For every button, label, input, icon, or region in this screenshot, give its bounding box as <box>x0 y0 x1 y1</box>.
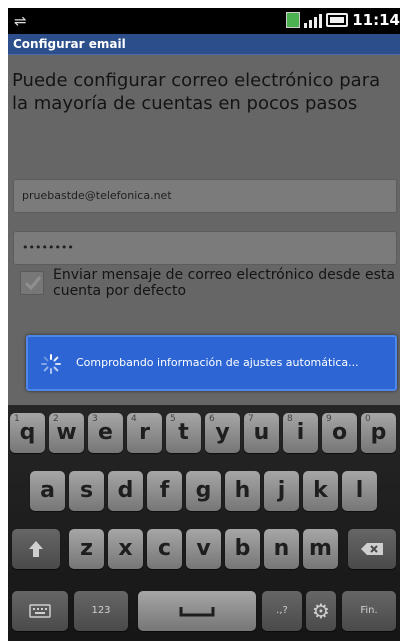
spinner-icon <box>41 354 61 374</box>
signal-icon <box>304 12 323 28</box>
sim-icon <box>286 12 301 28</box>
key-l[interactable]: l <box>342 471 377 511</box>
key-r[interactable]: 4r <box>127 413 162 453</box>
default-account-checkbox[interactable] <box>20 271 44 295</box>
clock: 11:14 <box>352 11 400 29</box>
key-g[interactable]: g <box>186 471 221 511</box>
key-v[interactable]: v <box>186 529 221 569</box>
key-s[interactable]: s <box>69 471 104 511</box>
gear-icon: ⚙ <box>312 599 330 623</box>
key-y[interactable]: 6y <box>205 413 240 453</box>
key-c[interactable]: c <box>147 529 182 569</box>
usb-icon: ⇌ <box>14 12 27 30</box>
backspace-key[interactable] <box>348 529 396 569</box>
keyboard-mode-key[interactable] <box>12 591 68 631</box>
numbers-key[interactable]: 123 <box>74 591 128 631</box>
key-m[interactable]: m <box>303 529 338 569</box>
done-key[interactable]: Fin. <box>342 591 396 631</box>
key-q[interactable]: 1q <box>10 413 45 453</box>
key-d[interactable]: d <box>108 471 143 511</box>
key-b[interactable]: b <box>225 529 260 569</box>
phone-screen: ⇌ 11:14 Configurar email Puede configura… <box>8 8 400 641</box>
window-title: Configurar email <box>8 34 400 55</box>
key-a[interactable]: a <box>30 471 65 511</box>
symbols-key[interactable]: .,? <box>262 591 302 631</box>
backspace-icon <box>361 543 383 555</box>
space-bar-icon <box>179 607 215 617</box>
battery-icon <box>326 13 349 27</box>
default-account-label: Enviar mensaje de correo electrónico des… <box>53 267 395 299</box>
on-screen-keyboard: 1q 2w 3e 4r 5t 6y 7u 8i 9o 0p a s d f g … <box>8 405 400 641</box>
key-p[interactable]: 0p <box>361 413 396 453</box>
space-key[interactable] <box>138 591 256 631</box>
shift-key[interactable] <box>12 529 60 569</box>
key-u[interactable]: 7u <box>244 413 279 453</box>
status-icons: 11:14 <box>286 11 400 29</box>
shift-arrow-icon <box>29 541 43 557</box>
email-field[interactable]: pruebastde@telefonica.net <box>13 179 397 213</box>
check-icon <box>24 276 42 291</box>
password-field[interactable]: •••••••• <box>13 231 397 265</box>
settings-key[interactable]: ⚙ <box>306 591 336 631</box>
key-k[interactable]: k <box>303 471 338 511</box>
key-j[interactable]: j <box>264 471 299 511</box>
page-title: Puede configurar correo electrónico para… <box>12 70 381 114</box>
key-f[interactable]: f <box>147 471 182 511</box>
key-w[interactable]: 2w <box>49 413 84 453</box>
key-x[interactable]: x <box>108 529 143 569</box>
key-t[interactable]: 5t <box>166 413 201 453</box>
key-z[interactable]: z <box>69 529 104 569</box>
key-o[interactable]: 9o <box>322 413 357 453</box>
keyboard-mode-icon <box>29 604 51 618</box>
key-e[interactable]: 3e <box>88 413 123 453</box>
key-i[interactable]: 8i <box>283 413 318 453</box>
status-bar: ⇌ 11:14 <box>8 8 400 34</box>
progress-toast: Comprobando información de ajustes autom… <box>26 335 397 391</box>
key-h[interactable]: h <box>225 471 260 511</box>
toast-message: Comprobando información de ajustes autom… <box>76 356 359 369</box>
key-n[interactable]: n <box>264 529 299 569</box>
